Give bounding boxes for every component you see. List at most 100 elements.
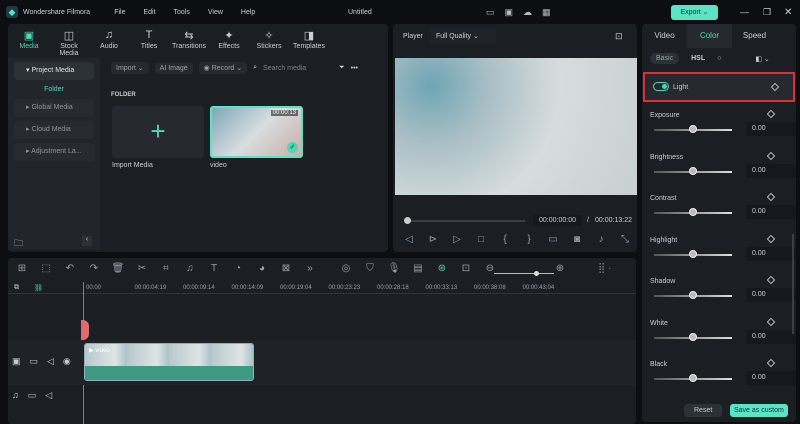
volume-icon[interactable]: ♪ bbox=[589, 234, 613, 245]
more-subtab-icon[interactable]: ○ bbox=[717, 55, 721, 62]
more-tools-icon[interactable]: » bbox=[298, 263, 322, 274]
sidebar-item[interactable]: ▸ Cloud Media bbox=[14, 121, 94, 139]
video-clip-thumbnail[interactable]: 00:00:13 ✓ bbox=[210, 106, 303, 158]
crop-icon[interactable]: ⌗ bbox=[154, 263, 178, 274]
timeline-clip[interactable]: ▶ video bbox=[84, 343, 254, 381]
menu-view[interactable]: View bbox=[208, 9, 223, 16]
keyframe-icon[interactable] bbox=[766, 109, 776, 119]
tab-color[interactable]: Color bbox=[687, 24, 732, 48]
play-icon[interactable]: ▷ bbox=[445, 234, 469, 245]
text-icon[interactable]: T bbox=[202, 263, 226, 274]
cut-icon[interactable]: ✂ bbox=[130, 263, 154, 274]
keyframe-icon[interactable] bbox=[766, 358, 776, 368]
slider-value[interactable]: 0.00 bbox=[746, 122, 796, 136]
scrollbar[interactable] bbox=[792, 234, 794, 334]
zoom-in-icon[interactable]: ⊕ bbox=[548, 263, 572, 274]
reset-button[interactable]: Reset bbox=[684, 404, 723, 417]
export-button[interactable]: Export ⌄ bbox=[671, 5, 718, 20]
keyframe-icon[interactable] bbox=[770, 82, 780, 92]
collapse-icon[interactable]: ‹ bbox=[82, 236, 92, 246]
import-button[interactable]: Import ⌄ bbox=[111, 62, 149, 74]
minimize-icon[interactable]: — bbox=[740, 7, 749, 17]
menu-help[interactable]: Help bbox=[241, 9, 255, 16]
slider-knob[interactable] bbox=[689, 374, 697, 382]
stop-icon[interactable]: □ bbox=[469, 234, 493, 245]
color-icon[interactable]: ◕ bbox=[250, 263, 274, 274]
display-icon[interactable]: ▭ bbox=[541, 234, 565, 245]
folder-item[interactable]: Folder bbox=[8, 86, 100, 93]
tab-stock-media[interactable]: ◫ Stock Media bbox=[50, 26, 88, 58]
toolbar-icons[interactable]: ▭▣☁▦ bbox=[486, 7, 561, 18]
sidebar-item[interactable]: ▸ Adjustment La... bbox=[14, 143, 94, 161]
tab-templates[interactable]: ◨ Templates bbox=[290, 26, 328, 58]
voice-icon[interactable]: ▤ bbox=[406, 263, 430, 274]
slider-knob[interactable] bbox=[689, 125, 697, 133]
keyframe-icon[interactable] bbox=[766, 151, 776, 160]
keyframe-icon[interactable] bbox=[766, 317, 776, 326]
search-input[interactable]: Search media bbox=[263, 65, 323, 72]
snapshot-icon[interactable]: ◙ bbox=[565, 234, 589, 245]
keyframe-icon[interactable] bbox=[766, 192, 776, 202]
video-track-controls[interactable]: ▣▭◁◉ bbox=[12, 356, 80, 367]
light-toggle[interactable] bbox=[653, 82, 669, 91]
link-icon[interactable]: ⛓ bbox=[34, 284, 43, 292]
menu-edit[interactable]: Edit bbox=[143, 9, 155, 16]
mic-icon[interactable]: 🎙 bbox=[382, 263, 406, 274]
slider-value[interactable]: 0.00 bbox=[746, 371, 796, 385]
slider-value[interactable]: 0.00 bbox=[746, 329, 796, 344]
tab-audio[interactable]: ♫ Audio bbox=[90, 26, 128, 58]
slider-knob[interactable] bbox=[689, 291, 697, 299]
play-step-icon[interactable]: ⊳ bbox=[421, 234, 445, 245]
tab-speed[interactable]: Speed bbox=[732, 24, 777, 48]
import-media-tile[interactable]: + bbox=[112, 106, 204, 158]
menu-tools[interactable]: Tools bbox=[174, 9, 190, 16]
audio-icon[interactable]: ♫ bbox=[178, 263, 202, 274]
fullscreen-icon[interactable]: ⤡ bbox=[613, 234, 637, 245]
tab-effects[interactable]: ✦ Effects bbox=[210, 26, 248, 58]
slider-knob[interactable] bbox=[689, 166, 697, 175]
undo-icon[interactable]: ↶ bbox=[58, 263, 82, 274]
snapshot-tl-icon[interactable]: ⊡ bbox=[454, 263, 478, 274]
slider-value[interactable]: 0.00 bbox=[746, 163, 796, 178]
audio-track-controls[interactable]: ♫▭◁ bbox=[12, 390, 61, 401]
slider-knob[interactable] bbox=[689, 332, 697, 341]
scope-icon[interactable]: ⊡ bbox=[615, 31, 623, 42]
speed-icon[interactable]: ◔ bbox=[226, 263, 250, 274]
tab-video[interactable]: Video bbox=[642, 24, 687, 48]
ai-image-button[interactable]: AI Image bbox=[154, 62, 193, 74]
marker-icon[interactable]: ⛉ bbox=[358, 263, 382, 274]
restore-icon[interactable]: ❐ bbox=[763, 7, 771, 18]
quality-select[interactable]: Full Quality ⌄ bbox=[431, 29, 496, 43]
slider-knob[interactable] bbox=[689, 249, 697, 258]
tab-media[interactable]: ▣ Media bbox=[10, 26, 48, 58]
prev-frame-icon[interactable]: ◁ bbox=[397, 234, 421, 245]
record-button[interactable]: ◉ Record ⌄ bbox=[198, 62, 248, 74]
filter-icon[interactable]: ⏷ bbox=[339, 64, 345, 72]
add-track-icon[interactable]: ⧉ bbox=[14, 284, 19, 292]
mark-out-icon[interactable]: } bbox=[517, 234, 541, 245]
project-media-item[interactable]: ▾ Project Media bbox=[14, 62, 94, 80]
compare-icon[interactable]: ◧ ⌄ bbox=[755, 55, 769, 63]
keyframe-icon[interactable] bbox=[766, 275, 776, 285]
zoom-slider[interactable] bbox=[494, 271, 554, 276]
render-icon[interactable]: ◎ bbox=[334, 263, 358, 274]
tab-stickers[interactable]: ✧ Stickers bbox=[250, 26, 288, 58]
slider-value[interactable]: 0.00 bbox=[746, 205, 796, 219]
more-icon[interactable]: ••• bbox=[351, 65, 358, 72]
layout-icon[interactable]: ⊞ bbox=[10, 263, 34, 274]
playback-scrubber[interactable] bbox=[404, 217, 525, 224]
slider-value[interactable]: 0.00 bbox=[746, 246, 796, 261]
close-icon[interactable]: ✕ bbox=[784, 7, 792, 18]
redo-icon[interactable]: ↷ bbox=[82, 263, 106, 274]
grid-icon[interactable]: ⣿ · bbox=[598, 263, 611, 274]
playhead-marker[interactable] bbox=[81, 320, 89, 340]
sidebar-item[interactable]: ▸ Global Media bbox=[14, 99, 94, 117]
slider-knob[interactable] bbox=[689, 208, 697, 216]
save-as-custom-button[interactable]: Save as custom bbox=[730, 404, 788, 417]
transform-icon[interactable]: ⊠ bbox=[274, 263, 298, 274]
subtab-hsl[interactable]: HSL bbox=[691, 55, 705, 62]
keyframe-icon[interactable] bbox=[766, 234, 776, 243]
tab-titles[interactable]: T Titles bbox=[130, 26, 168, 58]
delete-icon[interactable]: 🗑 bbox=[106, 263, 130, 274]
new-folder-icon[interactable]: 🗀 bbox=[14, 236, 23, 252]
